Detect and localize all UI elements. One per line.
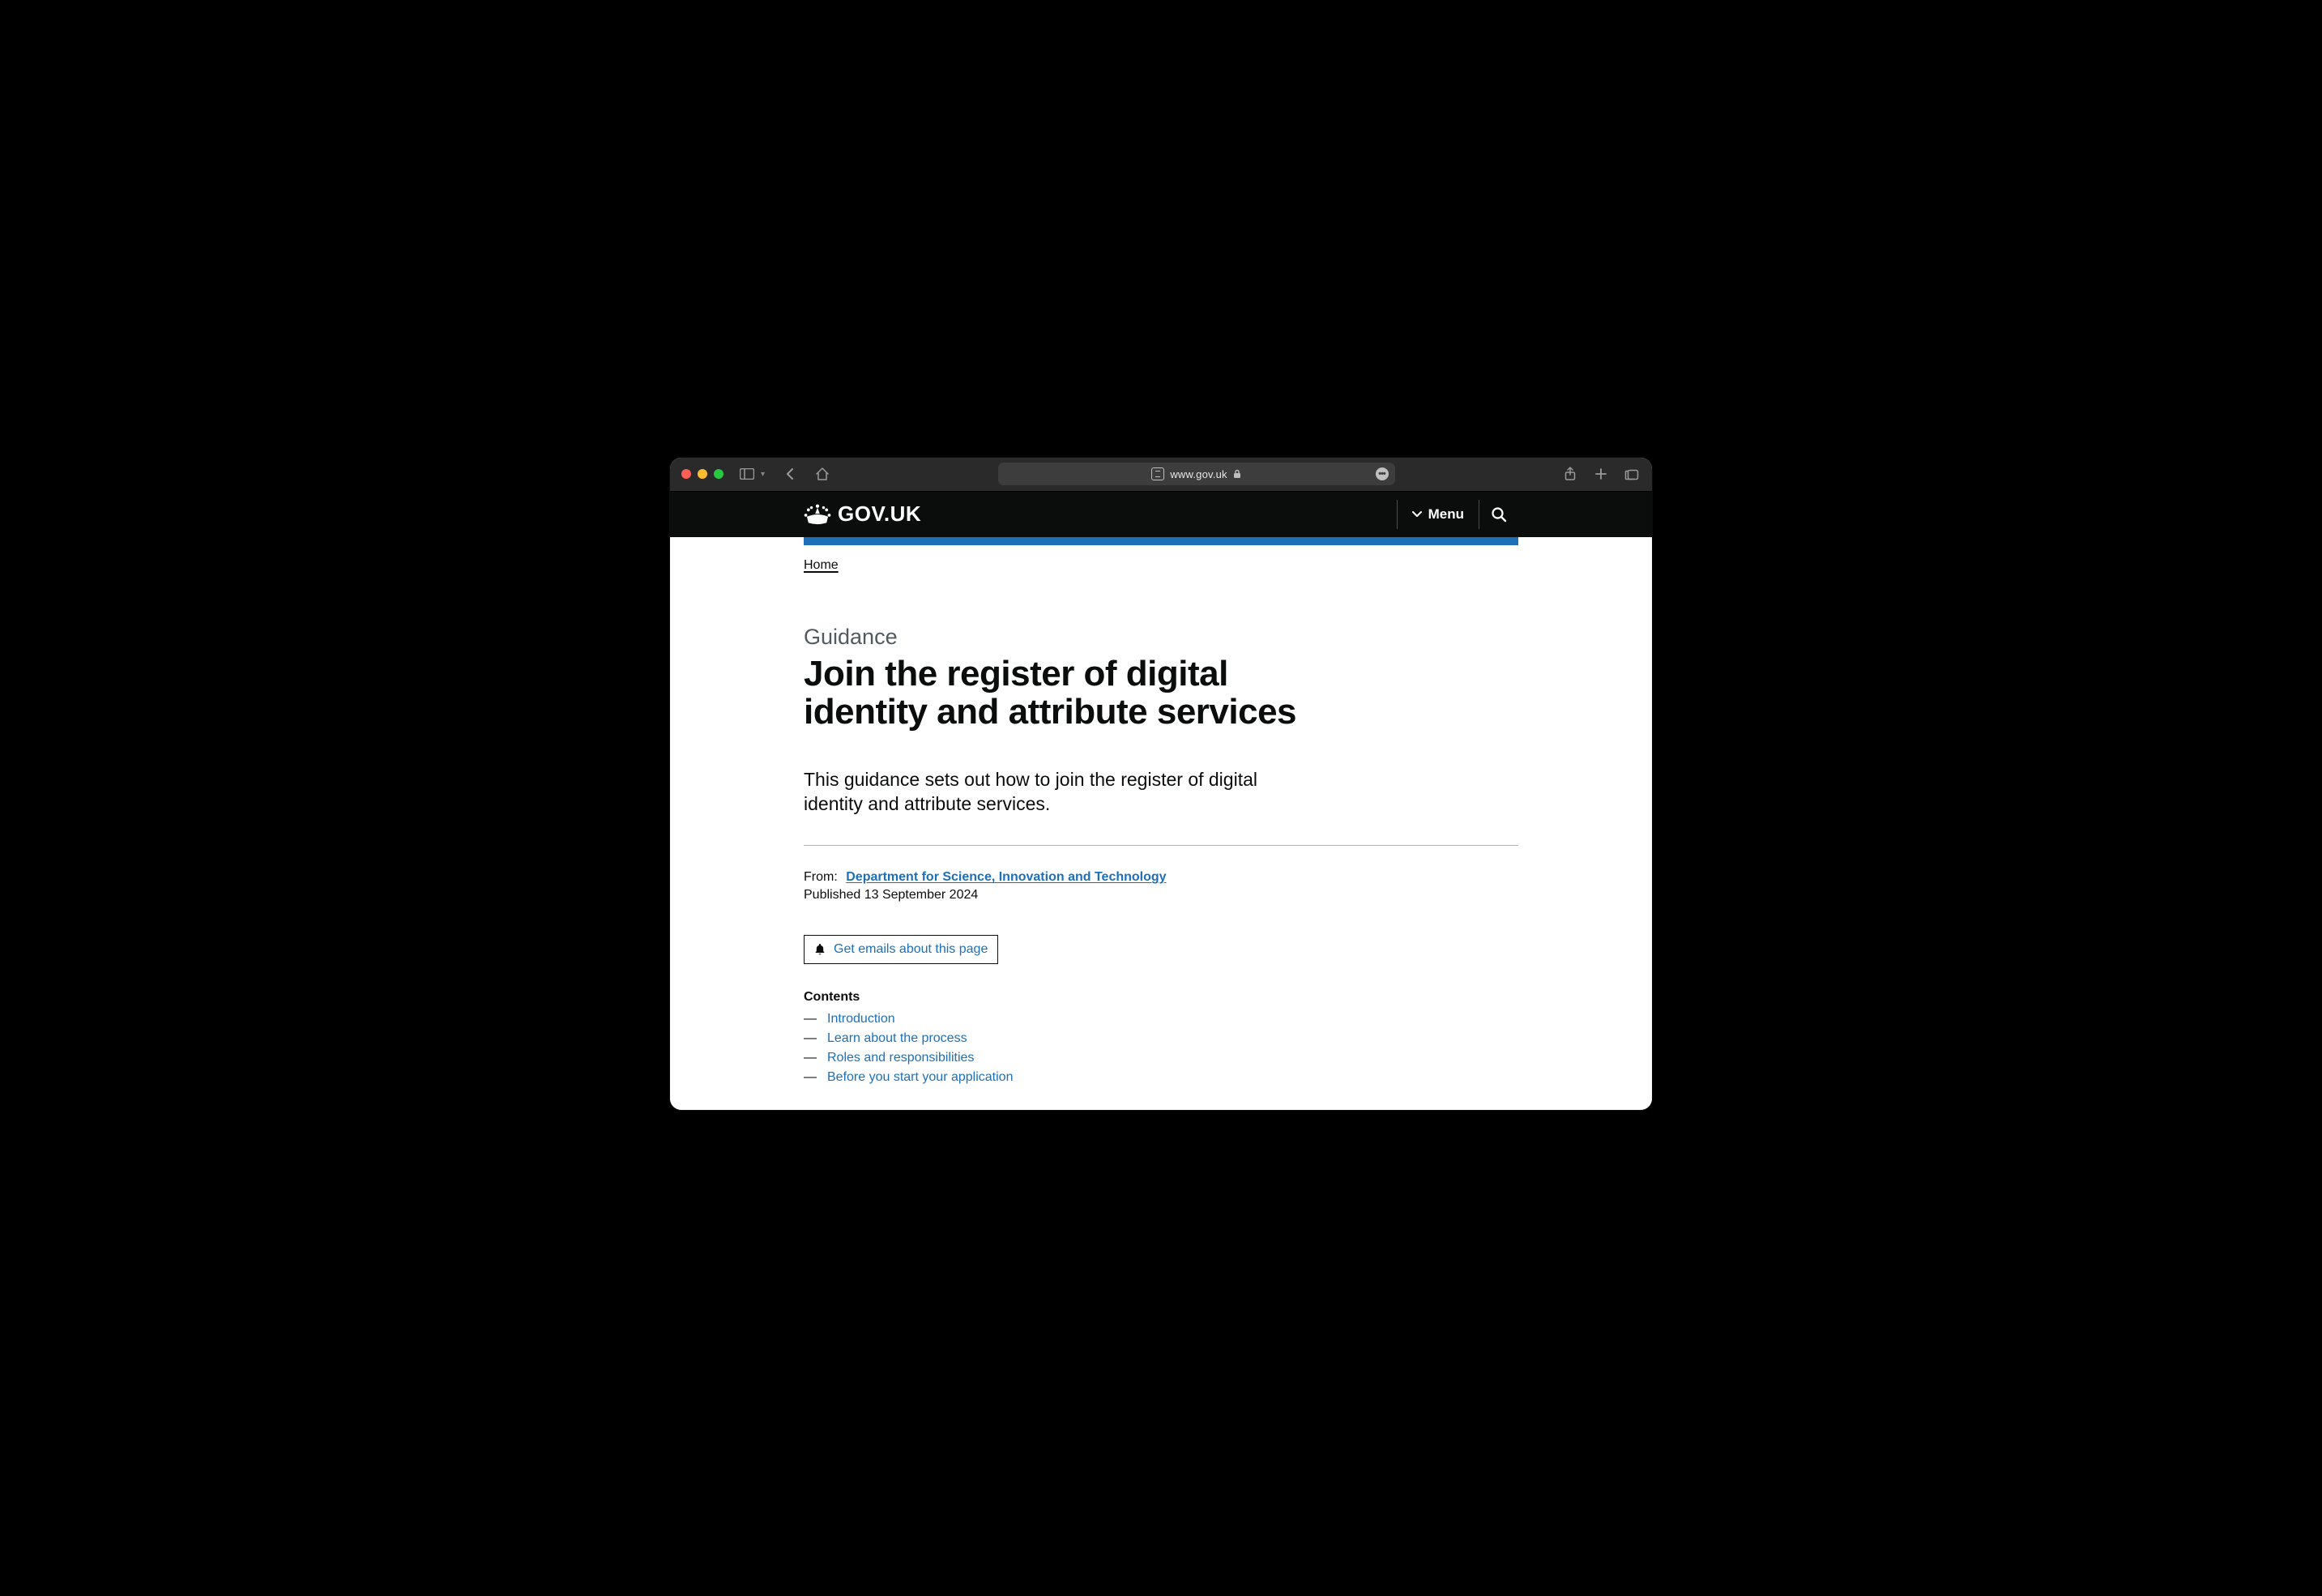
page-title: Join the register of digital identity an… bbox=[804, 655, 1322, 732]
site-header: GOV.UK Menu bbox=[670, 492, 1652, 537]
table-of-contents: — Introduction — Learn about the process… bbox=[804, 1009, 1518, 1087]
search-button[interactable] bbox=[1479, 500, 1518, 529]
toc-item: — Introduction bbox=[804, 1009, 1518, 1029]
toc-link-roles[interactable]: Roles and responsibilities bbox=[827, 1051, 974, 1065]
close-window-button[interactable] bbox=[681, 469, 691, 479]
toc-item: — Roles and responsibilities bbox=[804, 1048, 1518, 1068]
email-subscribe-label: Get emails about this page bbox=[834, 942, 988, 957]
address-bar[interactable]: www.gov.uk ••• bbox=[998, 463, 1395, 485]
menu-label: Menu bbox=[1428, 506, 1464, 523]
home-icon[interactable] bbox=[813, 465, 831, 483]
chevron-down-icon bbox=[1412, 511, 1422, 518]
toc-link-learn-process[interactable]: Learn about the process bbox=[827, 1031, 967, 1046]
toolbar-right bbox=[1561, 465, 1641, 483]
tab-overview-icon[interactable] bbox=[1623, 465, 1641, 483]
govuk-wordmark: GOV.UK bbox=[838, 501, 921, 527]
publisher-meta: From: Department for Science, Innovation… bbox=[804, 870, 1518, 885]
bell-icon bbox=[814, 943, 826, 956]
url-text: www.gov.uk bbox=[1170, 468, 1227, 480]
page-settings-icon[interactable]: ••• bbox=[1376, 467, 1389, 480]
page-lede: This guidance sets out how to join the r… bbox=[804, 767, 1274, 817]
dash-icon: — bbox=[804, 1070, 816, 1085]
breadcrumb: Home bbox=[804, 545, 1518, 579]
minimize-window-button[interactable] bbox=[698, 469, 707, 479]
header-nav: Menu bbox=[1397, 500, 1518, 529]
reader-mode-icon[interactable] bbox=[1151, 467, 1164, 480]
maximize-window-button[interactable] bbox=[714, 469, 723, 479]
toc-link-before-start[interactable]: Before you start your application bbox=[827, 1070, 1013, 1085]
publisher-link[interactable]: Department for Science, Innovation and T… bbox=[846, 870, 1166, 884]
lock-icon bbox=[1233, 469, 1241, 479]
share-icon[interactable] bbox=[1561, 465, 1579, 483]
toc-item: — Before you start your application bbox=[804, 1068, 1518, 1087]
published-date: Published 13 September 2024 bbox=[804, 888, 1518, 903]
page-content: Home Guidance Join the register of digit… bbox=[670, 545, 1652, 1110]
new-tab-icon[interactable] bbox=[1592, 465, 1610, 483]
metadata-divider bbox=[804, 845, 1518, 846]
dash-icon: — bbox=[804, 1031, 816, 1046]
search-icon bbox=[1491, 506, 1507, 523]
toc-item: — Learn about the process bbox=[804, 1029, 1518, 1048]
from-label: From: bbox=[804, 870, 838, 884]
dash-icon: — bbox=[804, 1012, 816, 1026]
email-subscribe-button[interactable]: Get emails about this page bbox=[804, 935, 998, 964]
menu-button[interactable]: Menu bbox=[1397, 500, 1479, 529]
header-blue-bar bbox=[670, 537, 1652, 545]
dash-icon: — bbox=[804, 1051, 816, 1065]
toc-link-introduction[interactable]: Introduction bbox=[827, 1012, 895, 1026]
govuk-logo[interactable]: GOV.UK bbox=[804, 501, 921, 527]
sidebar-toggle-group: ▾ bbox=[738, 465, 765, 483]
chevron-down-icon[interactable]: ▾ bbox=[761, 470, 765, 479]
contents-heading: Contents bbox=[804, 990, 1518, 1005]
breadcrumb-home-link[interactable]: Home bbox=[804, 558, 839, 572]
window-controls bbox=[681, 469, 723, 479]
crown-icon bbox=[804, 503, 831, 526]
back-button[interactable] bbox=[781, 465, 799, 483]
document-type: Guidance bbox=[804, 625, 1518, 650]
browser-toolbar: ▾ www.gov.uk ••• bbox=[670, 458, 1652, 492]
sidebar-icon[interactable] bbox=[738, 465, 756, 483]
browser-window: ▾ www.gov.uk ••• bbox=[670, 458, 1652, 1110]
